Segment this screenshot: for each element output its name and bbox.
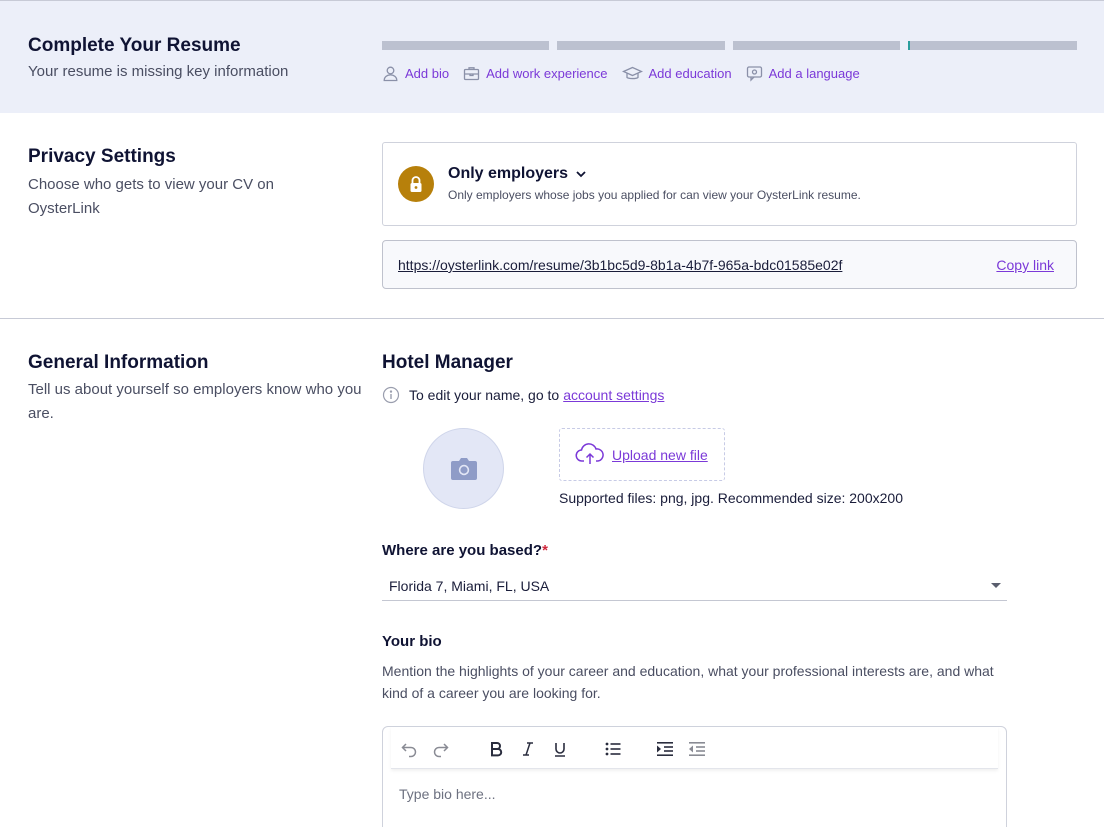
lock-icon: [410, 176, 422, 192]
progress-segment: [732, 41, 900, 50]
outdent-icon: [689, 742, 705, 756]
progress-segment: [907, 41, 1077, 50]
upload-file-label: Upload new file: [612, 446, 708, 463]
undo-icon: [401, 743, 417, 758]
italic-button[interactable]: [518, 739, 538, 759]
privacy-visibility-dropdown[interactable]: Only employers: [448, 165, 588, 183]
general-information-title: General Information: [28, 352, 209, 373]
underline-icon: [555, 743, 565, 757]
chevron-down-icon: [576, 171, 586, 178]
italic-icon: [523, 742, 533, 756]
lock-badge: [398, 166, 434, 202]
upload-file-button[interactable]: Upload new file: [559, 428, 725, 481]
bio-input-placeholder[interactable]: Type bio here...: [399, 786, 496, 802]
user-icon: [383, 66, 398, 82]
progress-segment: [382, 41, 550, 50]
resume-link-box: https://oysterlink.com/resume/3b1bc5d9-8…: [382, 240, 1077, 289]
redo-icon: [433, 743, 449, 758]
edit-name-note: To edit your name, go to account setting…: [382, 386, 664, 404]
bio-editor: Type bio here...: [382, 726, 1007, 827]
edit-name-text: To edit your name, go to: [409, 387, 560, 403]
graduation-cap-icon: [621, 66, 643, 80]
profile-name: Hotel Manager: [382, 352, 513, 373]
section-divider: [0, 318, 1104, 319]
privacy-settings-title: Privacy Settings: [28, 146, 176, 167]
bio-label: Your bio: [382, 633, 442, 650]
dropdown-caret-icon: [991, 583, 1001, 588]
language-chat-icon: [746, 66, 762, 82]
location-select[interactable]: Florida 7, Miami, FL, USA: [382, 572, 1007, 601]
privacy-visibility-value: Only employers: [448, 165, 569, 182]
account-settings-link[interactable]: account settings: [563, 387, 664, 403]
progress-segment: [557, 41, 725, 50]
banner-subtitle: Your resume is missing key information: [28, 63, 289, 80]
add-bio-link[interactable]: Add bio: [382, 65, 449, 82]
bold-icon: [491, 742, 503, 757]
undo-button[interactable]: [399, 739, 419, 759]
add-language-label: Add a language: [768, 66, 860, 81]
copy-link-button[interactable]: Copy link: [996, 257, 1054, 273]
underline-button[interactable]: [550, 739, 570, 759]
bullet-list-button[interactable]: [603, 739, 623, 759]
bold-button[interactable]: [486, 739, 506, 759]
privacy-settings-description: Choose who gets to view your CV on Oyste…: [28, 176, 274, 217]
general-information-description: Tell us about yourself so employers know…: [28, 381, 362, 422]
indent-icon: [657, 742, 673, 756]
editor-toolbar: [391, 727, 998, 769]
camera-icon: [450, 457, 477, 480]
banner-title: Complete Your Resume: [28, 35, 241, 56]
bullet-list-icon: [605, 742, 621, 756]
complete-resume-banner: Complete Your Resume Your resume is miss…: [0, 1, 1104, 113]
add-education-link[interactable]: Add education: [621, 65, 732, 82]
location-label: Where are you based?*: [382, 542, 548, 559]
avatar-placeholder[interactable]: [423, 428, 504, 509]
briefcase-icon: [463, 67, 480, 81]
location-value: Florida 7, Miami, FL, USA: [389, 578, 550, 594]
bio-description: Mention the highlights of your career an…: [382, 663, 994, 701]
indent-button[interactable]: [655, 739, 675, 759]
resume-url[interactable]: https://oysterlink.com/resume/3b1bc5d9-8…: [398, 257, 842, 273]
privacy-help-text: Only employers whose jobs you applied fo…: [448, 188, 861, 202]
add-work-experience-link[interactable]: Add work experience: [463, 65, 608, 82]
cloud-upload-icon: [575, 442, 604, 464]
resume-progress-bar: [382, 41, 1077, 50]
banner-links: Add bio Add work experience Add educatio…: [382, 65, 874, 82]
add-work-experience-label: Add work experience: [486, 66, 608, 81]
privacy-selector-box: Only employers Only employers whose jobs…: [382, 142, 1077, 226]
required-asterisk: *: [542, 542, 548, 559]
upload-note: Supported files: png, jpg. Recommended s…: [559, 490, 903, 506]
info-icon: [382, 386, 400, 404]
redo-button[interactable]: [431, 739, 451, 759]
location-label-text: Where are you based?: [382, 542, 543, 559]
add-bio-label: Add bio: [405, 66, 450, 81]
add-language-link[interactable]: Add a language: [746, 65, 860, 82]
outdent-button[interactable]: [687, 739, 707, 759]
add-education-label: Add education: [648, 66, 732, 81]
